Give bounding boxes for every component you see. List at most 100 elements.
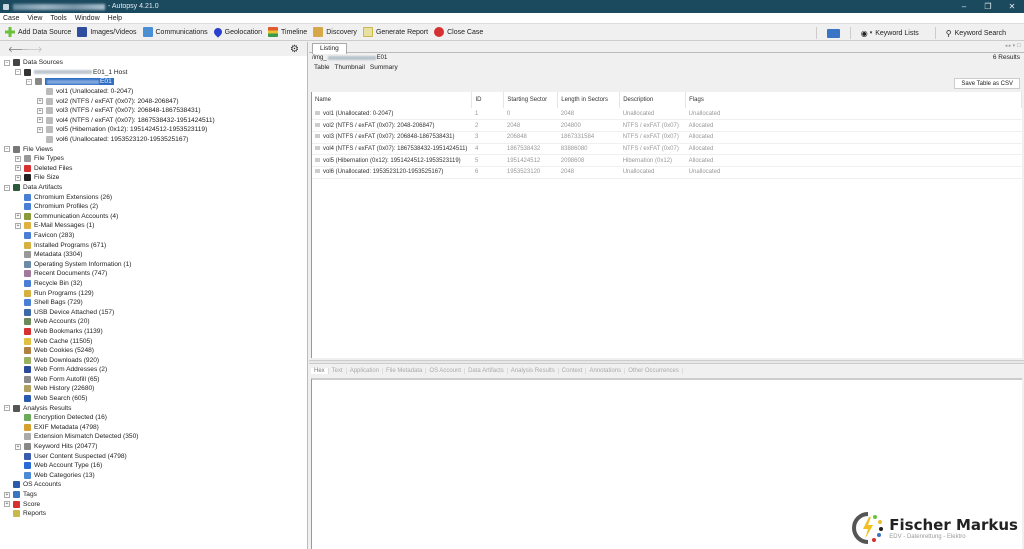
tree-artifact-communication-accounts[interactable]: + Communication Accounts (4) bbox=[0, 212, 307, 222]
collapse-toggle-icon[interactable]: − bbox=[4, 405, 10, 412]
table-row[interactable]: vol3 (NTFS / exFAT (0x07): 206848-186753… bbox=[312, 131, 1022, 144]
tree-result-exif-metadata[interactable]: EXIF Metadata (4798) bbox=[0, 423, 307, 433]
generate-report-button[interactable]: Generate Report bbox=[362, 27, 428, 37]
maximize-button[interactable]: ❐ bbox=[976, 0, 1000, 13]
table-row[interactable]: vol4 (NTFS / exFAT (0x07): 1867538432-19… bbox=[312, 143, 1022, 156]
panel-splitter[interactable] bbox=[309, 360, 1024, 364]
column-header-length[interactable]: Length in Sectors bbox=[557, 92, 621, 108]
viewer-tab-annotations[interactable]: Annotations bbox=[586, 368, 626, 374]
forward-arrow-icon[interactable]: 🡒 bbox=[21, 45, 42, 54]
tree-score[interactable]: + Score bbox=[0, 499, 307, 509]
viewer-tab-data-artifacts[interactable]: Data Artifacts bbox=[465, 368, 508, 374]
menu-view[interactable]: View bbox=[27, 15, 42, 22]
column-header-starting-sector[interactable]: Starting Sector bbox=[503, 92, 559, 108]
tree-volume-5[interactable]: + vol5 (Hibernation (0x12): 1951424512-19… bbox=[0, 125, 307, 135]
tree-artifact-e-mail-messages[interactable]: + E-Mail Messages (1) bbox=[0, 221, 307, 231]
tree-artifact-operating-system-information[interactable]: Operating System Information (1) bbox=[0, 259, 307, 269]
tree-artifact-recent-documents[interactable]: Recent Documents (747) bbox=[0, 269, 307, 279]
discovery-button[interactable]: Discovery bbox=[313, 27, 357, 37]
expand-toggle-icon[interactable]: + bbox=[15, 443, 21, 450]
tree-artifact-chromium-profiles[interactable]: Chromium Profiles (2) bbox=[0, 202, 307, 212]
viewer-tab-analysis-results[interactable]: Analysis Results bbox=[508, 368, 559, 374]
column-header-name[interactable]: Name bbox=[312, 92, 473, 108]
expand-toggle-icon[interactable]: + bbox=[15, 165, 21, 172]
keyword-search-button[interactable]: ⚲ Keyword Search bbox=[946, 29, 1006, 38]
table-row[interactable]: vol1 (Unallocated: 0-2047) 1 0 2048 Unalloca… bbox=[312, 108, 1022, 121]
close-window-button[interactable]: ✕ bbox=[1000, 0, 1024, 13]
tree-artifact-web-search[interactable]: Web Search (605) bbox=[0, 394, 307, 404]
tree-deleted-files[interactable]: + Deleted Files bbox=[0, 164, 307, 174]
gear-icon[interactable]: ⚙ bbox=[290, 44, 299, 55]
expand-toggle-icon[interactable]: + bbox=[37, 126, 43, 133]
tree-host[interactable]: − E01_1 Host bbox=[0, 68, 307, 78]
subtab-summary[interactable]: Summary bbox=[370, 64, 398, 71]
table-row[interactable]: vol6 (Unallocated: 1953523120-1953525167… bbox=[312, 166, 1022, 179]
tree-artifact-shell-bags[interactable]: Shell Bags (729) bbox=[0, 298, 307, 308]
tree-result-user-content-suspected[interactable]: User Content Suspected (4798) bbox=[0, 451, 307, 461]
subtab-thumbnail[interactable]: Thumbnail bbox=[335, 64, 365, 71]
tree-volume-2[interactable]: + vol2 (NTFS / exFAT (0x07): 2048-206847) bbox=[0, 96, 307, 106]
viewer-tab-context[interactable]: Context bbox=[559, 368, 587, 374]
viewer-tab-other-occurrences[interactable]: Other Occurrences bbox=[625, 368, 683, 374]
tree-os-accounts[interactable]: OS Accounts bbox=[0, 480, 307, 490]
collapse-toggle-icon[interactable]: − bbox=[4, 59, 10, 66]
tree-artifact-web-accounts[interactable]: Web Accounts (20) bbox=[0, 317, 307, 327]
tree-artifact-run-programs[interactable]: Run Programs (129) bbox=[0, 288, 307, 298]
expand-toggle-icon[interactable]: + bbox=[4, 491, 10, 498]
viewer-tab-hex[interactable]: Hex bbox=[311, 368, 329, 374]
column-header-description[interactable]: Description bbox=[619, 92, 687, 108]
communications-button[interactable]: Communications bbox=[142, 27, 208, 37]
collapse-toggle-icon[interactable]: − bbox=[26, 78, 32, 85]
table-row[interactable]: vol2 (NTFS / exFAT (0x07): 2048-206847) 2… bbox=[312, 119, 1022, 132]
tree-artifact-web-form-addresses[interactable]: Web Form Addresses (2) bbox=[0, 365, 307, 375]
column-header-flags[interactable]: Flags bbox=[685, 92, 1022, 108]
tree-result-encryption-detected[interactable]: Encryption Detected (16) bbox=[0, 413, 307, 423]
collapse-toggle-icon[interactable]: − bbox=[4, 184, 10, 191]
tree-result-keyword-hits[interactable]: + Keyword Hits (20477) bbox=[0, 442, 307, 452]
tree-file-views[interactable]: − File Views bbox=[0, 144, 307, 154]
tree-volume-4[interactable]: + vol4 (NTFS / exFAT (0x07): 1867538432-1… bbox=[0, 116, 307, 126]
geolocation-button[interactable]: Geolocation bbox=[211, 26, 262, 38]
collapse-toggle-icon[interactable]: − bbox=[4, 146, 10, 153]
tree-artifact-web-bookmarks[interactable]: Web Bookmarks (1139) bbox=[0, 327, 307, 337]
tree-artifact-web-downloads[interactable]: Web Downloads (920) bbox=[0, 355, 307, 365]
tree-image[interactable]: − E01 bbox=[0, 77, 307, 87]
viewer-tab-file-metadata[interactable]: File Metadata bbox=[383, 368, 427, 374]
expand-toggle-icon[interactable]: + bbox=[15, 222, 21, 229]
expand-toggle-icon[interactable]: + bbox=[4, 501, 10, 508]
save-table-csv-button[interactable]: Save Table as CSV bbox=[954, 78, 1020, 89]
tree-volume-6[interactable]: vol6 (Unallocated: 1953523120-1953525167… bbox=[0, 135, 307, 145]
add-data-source-button[interactable]: Add Data Source bbox=[5, 27, 71, 37]
viewer-tab-os-account[interactable]: OS Account bbox=[426, 368, 466, 374]
menu-window[interactable]: Window bbox=[75, 15, 100, 22]
tree-result-web-categories[interactable]: Web Categories (13) bbox=[0, 471, 307, 481]
tree-artifact-metadata[interactable]: Metadata (3304) bbox=[0, 250, 307, 260]
keyword-lists-button[interactable]: ◉ ▾ Keyword Lists bbox=[861, 29, 919, 38]
menu-help[interactable]: Help bbox=[108, 15, 122, 22]
tree-artifact-favicon[interactable]: Favicon (283) bbox=[0, 231, 307, 241]
tree-data-artifacts[interactable]: − Data Artifacts bbox=[0, 183, 307, 193]
viewer-tab-application[interactable]: Application bbox=[347, 368, 384, 374]
tree-artifact-chromium-extensions[interactable]: Chromium Extensions (26) bbox=[0, 192, 307, 202]
tree-artifact-web-cache[interactable]: Web Cache (11505) bbox=[0, 336, 307, 346]
tree-artifact-installed-programs[interactable]: Installed Programs (671) bbox=[0, 240, 307, 250]
expand-toggle-icon[interactable]: + bbox=[37, 107, 43, 114]
tree-tags[interactable]: + Tags bbox=[0, 490, 307, 500]
tree-result-web-account-type[interactable]: Web Account Type (16) bbox=[0, 461, 307, 471]
images-videos-button[interactable]: Images/Videos bbox=[77, 27, 137, 37]
table-row[interactable]: vol5 (Hibernation (0x12): 1951424512-195… bbox=[312, 154, 1022, 167]
collapse-toggle-icon[interactable]: − bbox=[15, 69, 21, 76]
expand-toggle-icon[interactable]: + bbox=[37, 117, 43, 124]
tree-volume-1[interactable]: vol1 (Unallocated: 0-2047) bbox=[0, 87, 307, 97]
tree-result-extension-mismatch-detected[interactable]: Extension Mismatch Detected (350) bbox=[0, 432, 307, 442]
tree-data-sources[interactable]: − Data Sources bbox=[0, 58, 307, 68]
tab-navigation-controls[interactable]: ◂ ▸ ▾ ☐ bbox=[1005, 43, 1021, 49]
minimize-button[interactable]: – bbox=[952, 0, 976, 13]
tree-analysis-results[interactable]: − Analysis Results bbox=[0, 403, 307, 413]
tree-artifact-web-history[interactable]: Web History (22680) bbox=[0, 384, 307, 394]
back-arrow-icon[interactable]: 🡐 bbox=[8, 45, 29, 54]
timeline-button[interactable]: Timeline bbox=[268, 27, 307, 37]
viewer-tab-text[interactable]: Text bbox=[329, 368, 347, 374]
tree-artifact-usb-device-attached[interactable]: USB Device Attached (157) bbox=[0, 307, 307, 317]
tree-artifact-recycle-bin[interactable]: Recycle Bin (32) bbox=[0, 279, 307, 289]
